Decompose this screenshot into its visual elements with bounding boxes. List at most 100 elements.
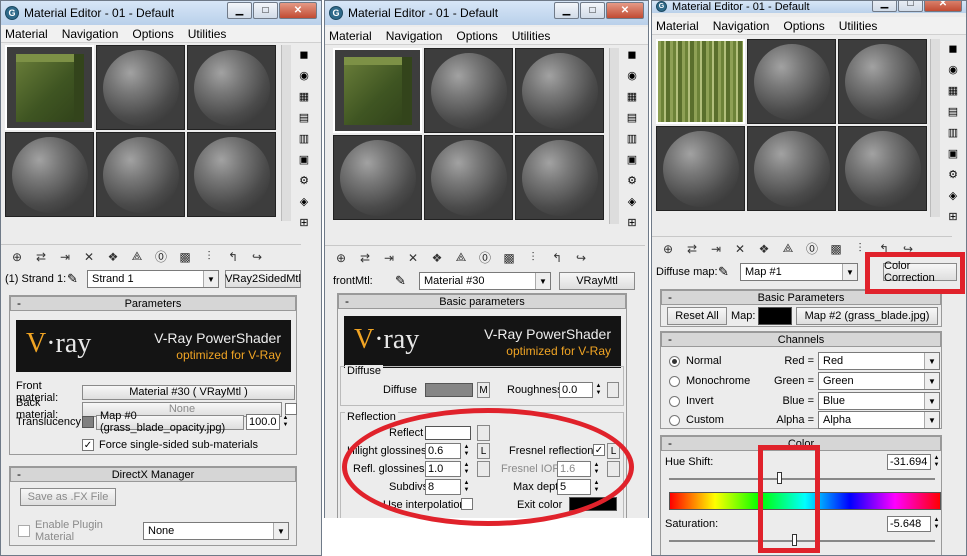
- menu-utilities[interactable]: Utilities: [839, 19, 878, 33]
- spinner-arrows-icon[interactable]: ▲ ▼: [462, 479, 471, 495]
- roughness-map-button[interactable]: [607, 382, 619, 398]
- spinner-arrows-icon[interactable]: ▲ ▼: [462, 461, 471, 477]
- map-type-button[interactable]: Color Correction: [883, 260, 957, 284]
- saturation-value[interactable]: -5.648: [887, 516, 931, 532]
- title-bar[interactable]: G Material Editor - 01 - Default ▁ □ ✕: [1, 1, 321, 25]
- show-map-icon[interactable]: ▩: [826, 240, 846, 258]
- normal-radio[interactable]: [669, 355, 680, 367]
- translucency-amount-value[interactable]: 100.0: [246, 414, 280, 430]
- menu-material[interactable]: Material: [656, 19, 699, 33]
- sample-slot[interactable]: [96, 132, 185, 217]
- subdivs-value[interactable]: 8: [425, 479, 461, 495]
- sample-slot[interactable]: [187, 132, 276, 217]
- saturation-slider-track[interactable]: [669, 540, 935, 542]
- close-button[interactable]: ✕: [279, 2, 317, 19]
- select-by-material-icon[interactable]: ◈: [295, 192, 313, 210]
- roughness-spinner[interactable]: 0.0 ▲ ▼: [559, 382, 603, 398]
- menu-navigation[interactable]: Navigation: [62, 27, 119, 41]
- go-forward-sibling-icon[interactable]: ↪: [571, 249, 591, 267]
- reflect-map-button[interactable]: [477, 425, 490, 441]
- video-check-icon[interactable]: ▥: [944, 123, 962, 141]
- channels-header[interactable]: - Channels: [661, 332, 941, 347]
- options-icon[interactable]: ⚙: [295, 171, 313, 189]
- sample-slot[interactable]: [838, 39, 927, 124]
- roughness-value[interactable]: 0.0: [559, 382, 593, 398]
- fresnel-ior-map-button[interactable]: [607, 461, 620, 477]
- slots-scrollbar[interactable]: [281, 45, 291, 221]
- select-by-material-icon[interactable]: ◈: [623, 192, 641, 210]
- diffuse-color-swatch[interactable]: [425, 383, 473, 397]
- material-map-navigator-icon[interactable]: ⊞: [623, 213, 641, 231]
- green-channel-combo[interactable]: Green: [818, 372, 940, 390]
- reflect-color-swatch[interactable]: [425, 426, 471, 440]
- slots-scrollbar[interactable]: [609, 48, 619, 224]
- custom-radio[interactable]: [669, 414, 680, 426]
- hilight-glossiness-spinner[interactable]: 0.6 ▲ ▼: [425, 443, 471, 459]
- plugin-material-checkbox[interactable]: [18, 525, 30, 537]
- map-color-swatch[interactable]: [758, 307, 792, 325]
- max-depth-value[interactable]: 5: [557, 479, 591, 495]
- parameters-header[interactable]: - Parameters: [10, 296, 296, 311]
- sample-type-icon[interactable]: ◼: [623, 45, 641, 63]
- assign-material-icon[interactable]: ⇥: [379, 249, 399, 267]
- hue-shift-value[interactable]: -31.694: [887, 454, 931, 470]
- background-icon[interactable]: ▦: [944, 81, 962, 99]
- force-single-sided-checkbox[interactable]: ✓: [82, 439, 94, 451]
- material-type-button[interactable]: VRay2SidedMtl: [225, 270, 301, 288]
- backlight-icon[interactable]: ◉: [944, 60, 962, 78]
- sample-slot[interactable]: [424, 135, 513, 220]
- blue-channel-combo[interactable]: Blue: [818, 392, 940, 410]
- translucency-swatch[interactable]: [82, 416, 94, 428]
- close-button[interactable]: ✕: [924, 1, 962, 12]
- material-map-navigator-icon[interactable]: ⊞: [295, 213, 313, 231]
- sample-slot[interactable]: [747, 126, 836, 211]
- basic-parameters-header[interactable]: - Basic parameters: [338, 294, 626, 309]
- copy-material-icon[interactable]: ❖: [103, 248, 123, 266]
- title-bar[interactable]: G Material Editor - 01 - Default ▁ □ ✕: [325, 1, 648, 25]
- background-icon[interactable]: ▦: [623, 87, 641, 105]
- assign-material-icon[interactable]: ⇥: [706, 240, 726, 258]
- fresnel-lock-button[interactable]: L: [607, 443, 620, 459]
- get-material-icon[interactable]: ⊕: [658, 240, 678, 258]
- spinner-arrows-icon[interactable]: ▲ ▼: [932, 516, 941, 532]
- saturation-slider-thumb[interactable]: [792, 534, 798, 546]
- hue-shift-slider-track[interactable]: [669, 478, 935, 480]
- copy-material-icon[interactable]: ❖: [754, 240, 774, 258]
- hilight-lock-button[interactable]: L: [477, 443, 490, 459]
- map-button[interactable]: Map #2 (grass_blade.jpg): [796, 307, 938, 325]
- backlight-icon[interactable]: ◉: [623, 66, 641, 84]
- assign-material-icon[interactable]: ⇥: [55, 248, 75, 266]
- video-check-icon[interactable]: ▥: [623, 129, 641, 147]
- sample-slot[interactable]: [424, 48, 513, 133]
- sample-slot[interactable]: [5, 45, 94, 130]
- go-forward-sibling-icon[interactable]: ↪: [898, 240, 918, 258]
- monochrome-radio[interactable]: [669, 375, 680, 387]
- sample-slot[interactable]: [187, 45, 276, 130]
- fresnel-ior-spinner[interactable]: 1.6 ▲ ▼: [557, 461, 601, 477]
- maximize-button[interactable]: □: [253, 2, 278, 19]
- sample-slot[interactable]: [515, 135, 604, 220]
- minimize-button[interactable]: ▁: [227, 2, 252, 19]
- pick-map-icon[interactable]: ✎: [718, 264, 740, 280]
- make-unique-icon[interactable]: ⟁: [778, 240, 798, 258]
- options-icon[interactable]: ⚙: [623, 171, 641, 189]
- sample-slot[interactable]: [96, 45, 185, 130]
- show-end-result-icon[interactable]: ⫶: [199, 248, 219, 266]
- get-material-icon[interactable]: ⊕: [7, 248, 27, 266]
- menu-options[interactable]: Options: [132, 27, 173, 41]
- diffuse-map-button[interactable]: M: [477, 382, 490, 398]
- slots-scrollbar[interactable]: [930, 39, 940, 217]
- select-by-material-icon[interactable]: ◈: [944, 186, 962, 204]
- backlight-icon[interactable]: ◉: [295, 66, 313, 84]
- menu-options[interactable]: Options: [456, 29, 497, 43]
- spinner-arrows-icon[interactable]: ▲ ▼: [594, 382, 603, 398]
- spinner-arrows-icon[interactable]: ▲ ▼: [932, 454, 941, 470]
- sample-type-icon[interactable]: ◼: [295, 45, 313, 63]
- pick-material-icon[interactable]: ✎: [67, 271, 87, 287]
- sample-slot[interactable]: [656, 39, 745, 124]
- translucency-amount-spinner[interactable]: 100.0 ▲ ▼: [246, 414, 290, 430]
- menu-navigation[interactable]: Navigation: [713, 19, 770, 33]
- fresnel-ior-value[interactable]: 1.6: [557, 461, 591, 477]
- sample-slot[interactable]: [747, 39, 836, 124]
- sample-slot[interactable]: [515, 48, 604, 133]
